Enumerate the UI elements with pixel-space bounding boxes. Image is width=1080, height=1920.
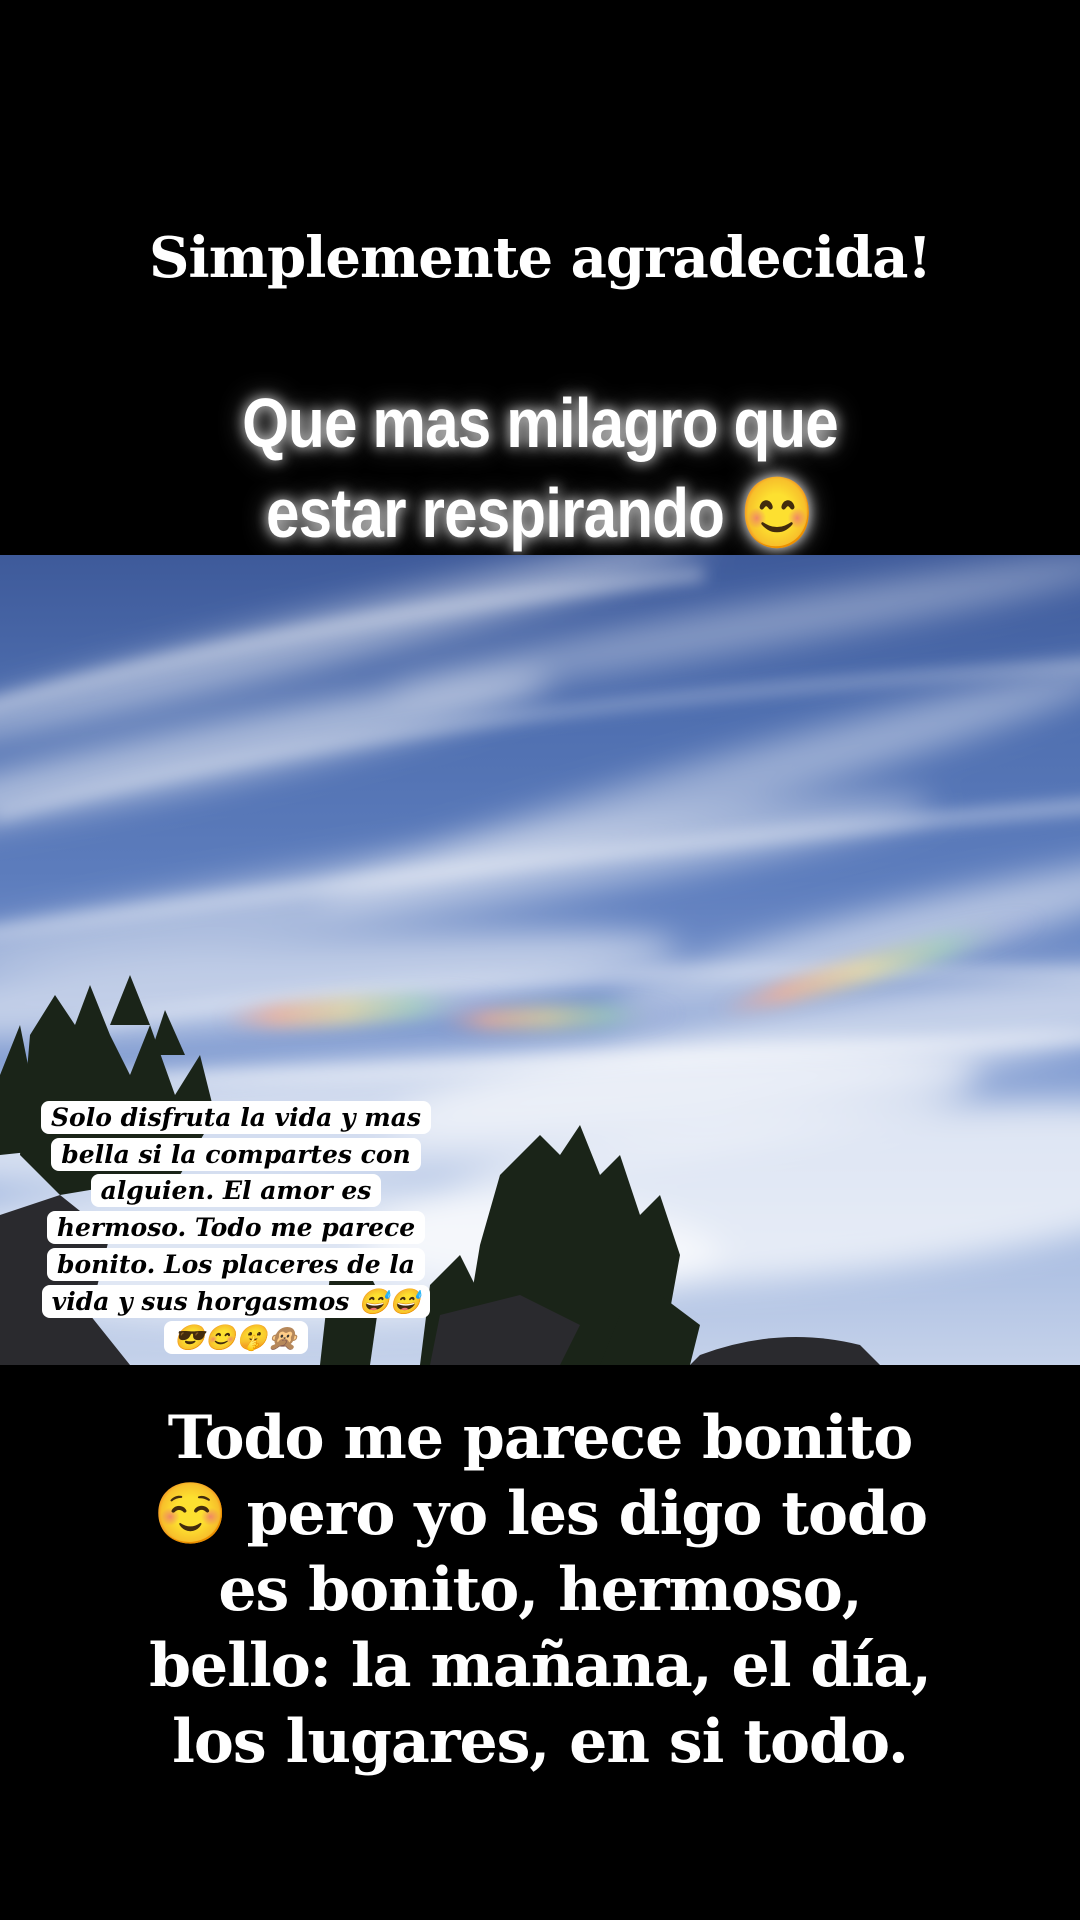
story-subtitle: Que mas milagro que estar respirando 😊 xyxy=(242,384,839,552)
caption-sticker: Solo disfruta la vida y mas bella si la … xyxy=(36,1100,436,1357)
caption-sticker-text: Solo disfruta la vida y mas bella si la … xyxy=(41,1101,431,1355)
story-title: Simplemente agradecida! xyxy=(148,225,932,291)
story-body-text: Todo me parece bonito ☺️ pero yo les dig… xyxy=(149,1403,932,1777)
